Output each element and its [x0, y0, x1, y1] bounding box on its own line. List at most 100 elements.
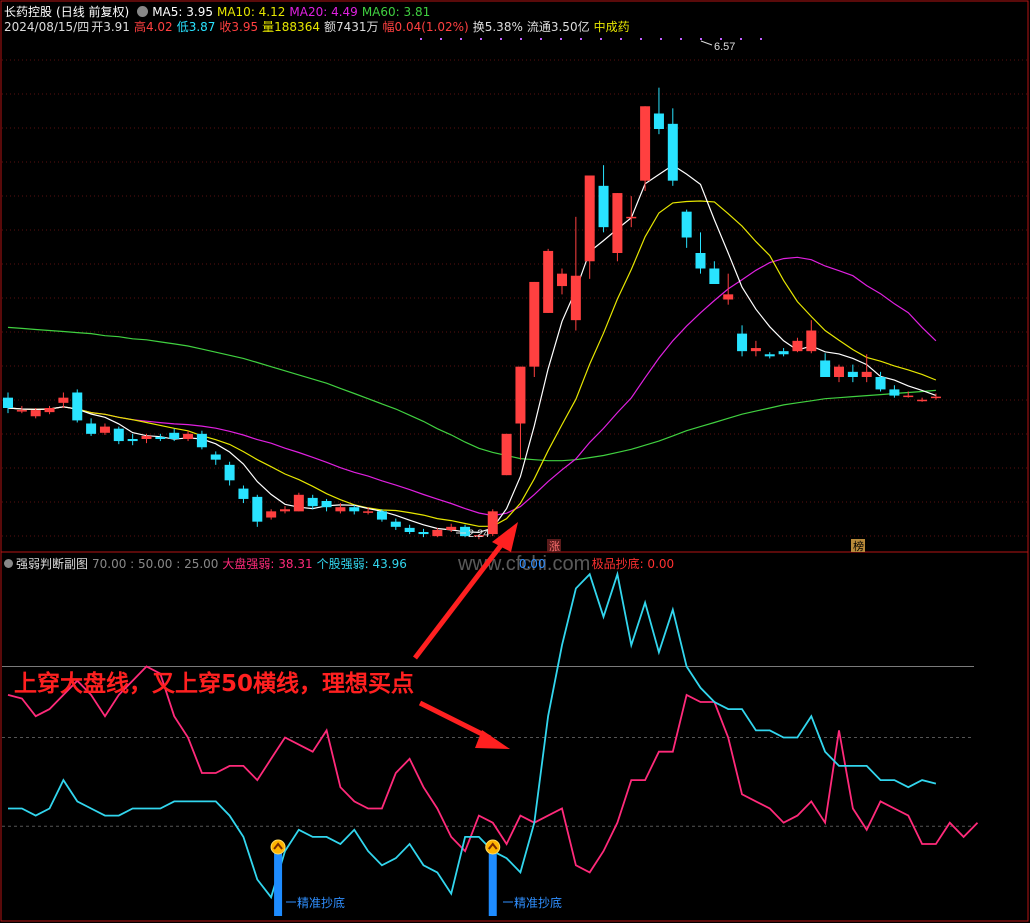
candle-body: [390, 521, 401, 527]
candle-body: [44, 408, 55, 413]
sub-levels: 70.00 : 50.00 : 25.00: [92, 557, 219, 571]
candle-body: [861, 371, 872, 377]
candle-body: [584, 175, 595, 262]
candle-body: [155, 436, 166, 439]
volume: 量188364: [262, 20, 320, 34]
sector[interactable]: 中成药: [594, 20, 630, 34]
candle-body: [183, 433, 194, 439]
candle-body: [335, 507, 346, 512]
float-cap: 流通3.50亿: [526, 20, 590, 34]
turnover: 换5.38%: [472, 20, 523, 34]
top-dot: [640, 38, 642, 40]
top-dot: [700, 38, 702, 40]
top-dot: [740, 38, 742, 40]
candle-body: [3, 397, 13, 408]
ma60-value: MA60: 3.81: [361, 5, 431, 19]
candle-body: [58, 397, 69, 403]
stock-strength: 个股强弱: 43.96: [316, 557, 407, 571]
candle-body: [72, 392, 83, 421]
min-price-label: 2.24: [468, 528, 489, 540]
chevron-down-icon[interactable]: [137, 6, 149, 17]
candle-body: [127, 439, 138, 442]
candle-body: [293, 494, 304, 512]
candle-body: [224, 464, 235, 481]
candle-body: [930, 396, 941, 399]
candle-body: [847, 371, 858, 377]
candle-body: [640, 106, 651, 181]
candle-body: [86, 423, 97, 434]
candle-body: [210, 454, 221, 460]
candle-body: [252, 496, 263, 522]
candle-body: [169, 432, 180, 439]
top-dot: [540, 38, 542, 40]
top-dot: [760, 38, 762, 40]
top-dot: [580, 38, 582, 40]
candle-body: [764, 354, 775, 357]
candle-body: [667, 123, 678, 181]
candle-body: [529, 281, 540, 367]
zhang-badge: 涨: [549, 540, 560, 553]
candle-body: [280, 509, 290, 512]
top-dot: [480, 38, 482, 40]
candle-body: [349, 507, 360, 512]
candle-body: [750, 348, 761, 352]
candle-body: [266, 511, 277, 518]
top-dot: [660, 38, 662, 40]
extreme-bottom: 极品抄底: 0.00: [591, 557, 675, 571]
candle-body: [570, 275, 581, 321]
candle-body: [653, 113, 664, 129]
candle-body: [792, 340, 803, 352]
chart-canvas: 6.57 2.24 涨 榜 www.cfchi.com 精准抄底 精准抄底: [0, 0, 1030, 923]
top-dot: [600, 38, 602, 40]
candle-body: [889, 389, 900, 396]
top-dot: [560, 38, 562, 40]
candle-body: [612, 193, 623, 253]
top-dot: [460, 38, 462, 40]
market-strength: 大盘强弱: 38.31: [222, 557, 313, 571]
header-line-1: 长药控股 (日线 前复权) MA5: 3.95 MA10: 4.12 MA20: 4.4…: [4, 5, 434, 19]
candle-body: [113, 428, 124, 442]
top-dot: [720, 38, 722, 40]
candle-body: [820, 360, 831, 377]
low: 低3.87: [176, 20, 216, 34]
period[interactable]: (日线 前复权): [56, 5, 129, 19]
ma10-value: MA10: 4.12: [216, 5, 286, 19]
candle-body: [709, 268, 720, 284]
close: 收3.95: [219, 20, 259, 34]
candle-body: [376, 511, 387, 520]
candle-body: [557, 273, 567, 287]
candle-body: [307, 497, 318, 507]
top-dot: [680, 38, 682, 40]
candle-body: [723, 294, 734, 300]
candle-body: [695, 253, 706, 269]
candle-body: [196, 433, 207, 448]
sub-header: 强弱判断副图 70.00 : 50.00 : 25.00 大盘强弱: 38.31 个股…: [4, 557, 678, 571]
candle-body: [515, 366, 526, 424]
candle-body: [432, 529, 443, 537]
candle-body: [238, 488, 249, 499]
signal-bar: [274, 852, 283, 916]
candle-body: [681, 211, 692, 238]
signal-icon: [270, 839, 286, 855]
candle-body: [806, 330, 817, 352]
candle-body: [446, 526, 457, 530]
candle-body: [321, 501, 332, 508]
top-dot: [440, 38, 442, 40]
stock-name[interactable]: 长药控股: [4, 5, 52, 19]
bang-badge: 榜: [853, 539, 864, 553]
candle-body: [626, 216, 637, 219]
max-price-label: 6.57: [714, 41, 735, 53]
change: 幅0.04(1.02%): [382, 20, 469, 34]
buy-point-annotation: 上穿大盘线，又上穿50横线，理想买点: [14, 671, 415, 697]
top-dot: [500, 38, 502, 40]
candle-body: [737, 333, 748, 352]
gear-icon[interactable]: [4, 559, 13, 568]
signal-label-2: 精准抄底: [514, 895, 562, 910]
candle-body: [778, 351, 789, 355]
candle-body: [543, 250, 554, 313]
candle-body: [834, 366, 844, 377]
signal-label-1: 精准抄底: [297, 895, 345, 910]
candle-body: [404, 527, 415, 532]
candle-body: [16, 410, 27, 412]
sub-title[interactable]: 强弱判断副图: [16, 557, 88, 571]
